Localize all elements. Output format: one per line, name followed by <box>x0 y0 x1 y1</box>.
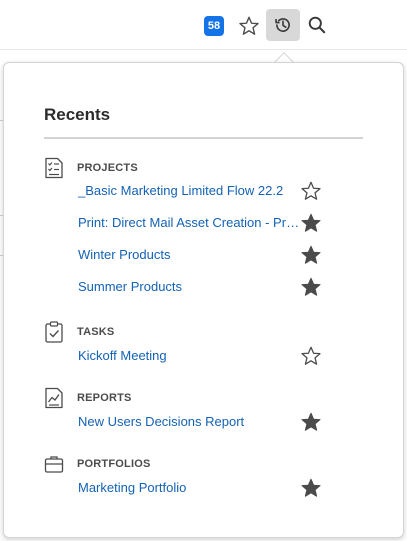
star-filled-icon[interactable] <box>300 244 322 266</box>
favorite-star-icon[interactable] <box>238 15 260 37</box>
star-outline-icon[interactable] <box>300 180 322 202</box>
recent-item: Kickoff Meeting <box>78 345 378 369</box>
recent-project-link[interactable]: Summer Products <box>78 279 300 294</box>
title-divider <box>44 137 363 139</box>
recent-item: Summer Products <box>78 276 378 300</box>
recent-project-link[interactable]: Print: Direct Mail Asset Creation - Pro.… <box>78 215 300 230</box>
portfolio-briefcase-icon <box>44 456 64 473</box>
recent-item: Print: Direct Mail Asset Creation - Pro.… <box>78 212 378 236</box>
star-filled-icon[interactable] <box>300 276 322 298</box>
recent-report-link[interactable]: New Users Decisions Report <box>78 414 300 429</box>
section-projects: PROJECTS <box>44 157 138 179</box>
section-tasks: TASKS <box>44 321 114 343</box>
section-label: PROJECTS <box>77 162 138 174</box>
star-filled-icon[interactable] <box>300 411 322 433</box>
recents-popover: Recents PROJECTS _Basic Marketing Limite… <box>3 62 404 538</box>
star-filled-icon[interactable] <box>300 477 322 499</box>
recent-task-link[interactable]: Kickoff Meeting <box>78 348 300 363</box>
task-clipboard-icon <box>45 321 63 343</box>
recent-item: Marketing Portfolio <box>78 477 378 501</box>
recent-portfolio-link[interactable]: Marketing Portfolio <box>78 480 300 495</box>
section-label: PORTFOLIOS <box>77 458 151 470</box>
report-chart-icon <box>45 387 63 409</box>
history-clock-icon <box>275 18 290 32</box>
top-toolbar: 58 <box>0 0 407 50</box>
recent-project-link[interactable]: Winter Products <box>78 247 300 262</box>
star-filled-icon[interactable] <box>300 212 322 234</box>
section-reports: REPORTS <box>44 387 132 409</box>
recents-history-button[interactable] <box>266 9 300 41</box>
star-outline-icon[interactable] <box>300 345 322 367</box>
section-portfolios: PORTFOLIOS <box>44 453 151 475</box>
recent-item: Winter Products <box>78 244 378 268</box>
recent-item: New Users Decisions Report <box>78 411 378 435</box>
popover-title: Recents <box>44 105 111 124</box>
search-icon[interactable] <box>307 15 327 35</box>
section-label: REPORTS <box>77 392 132 404</box>
recent-item: _Basic Marketing Limited Flow 22.2 <box>78 180 378 204</box>
section-label: TASKS <box>77 326 115 338</box>
recent-project-link[interactable]: _Basic Marketing Limited Flow 22.2 <box>78 183 300 198</box>
project-checklist-icon <box>45 157 63 179</box>
notification-badge[interactable]: 58 <box>204 16 224 36</box>
